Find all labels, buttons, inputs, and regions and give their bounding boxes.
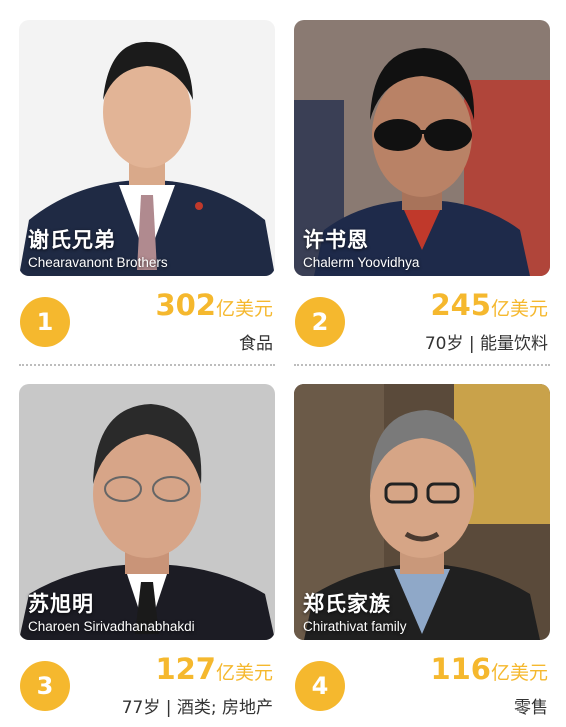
net-worth-number: 127 [155,652,216,686]
billionaire-card-2: 许书恩 Chalerm Yoovidhya 2 245亿美元 70岁 | 能量饮… [294,20,550,367]
rank-badge: 3 [20,661,70,711]
portrait-photo: 郑氏家族 Chirathivat family [294,384,550,640]
name-chinese: 苏旭明 [28,592,94,616]
divider [19,364,275,366]
net-worth: 116亿美元 [430,652,548,686]
portrait-photo: 许书恩 Chalerm Yoovidhya [294,20,550,276]
net-worth-number: 302 [155,288,216,322]
net-worth: 245亿美元 [430,288,548,322]
industry-info: 70岁 | 能量饮料 [424,334,548,354]
net-worth: 302亿美元 [155,288,273,322]
net-worth-unit: 亿美元 [215,662,273,684]
name-english: Chearavanont Brothers [28,255,168,270]
industry-info: 零售 [514,698,548,718]
portrait-photo: 苏旭明 Charoen Sirivadhanabhakdi [19,384,275,640]
name-chinese: 郑氏家族 [303,592,391,616]
name-english: Charoen Sirivadhanabhakdi [28,619,195,634]
name-chinese: 许书恩 [303,228,369,252]
industry-info: 食品 [239,334,273,354]
divider [294,364,550,366]
net-worth-number: 116 [430,652,491,686]
net-worth-number: 245 [430,288,491,322]
rank-badge: 4 [295,661,345,711]
billionaire-card-1: 谢氏兄弟 Chearavanont Brothers 1 302亿美元 食品 [19,20,275,367]
name-english: Chalerm Yoovidhya [303,255,420,270]
industry-info: 77岁 | 酒类; 房地产 [121,698,273,718]
billionaire-card-3: 苏旭明 Charoen Sirivadhanabhakdi 3 127亿美元 7… [19,384,275,727]
net-worth-unit: 亿美元 [490,298,548,320]
rank-badge: 2 [295,297,345,347]
rank-badge: 1 [20,297,70,347]
net-worth: 127亿美元 [155,652,273,686]
portrait-photo: 谢氏兄弟 Chearavanont Brothers [19,20,275,276]
billionaire-card-4: 郑氏家族 Chirathivat family 4 116亿美元 零售 [294,384,550,727]
name-english: Chirathivat family [303,619,407,634]
net-worth-unit: 亿美元 [490,662,548,684]
name-chinese: 谢氏兄弟 [28,228,116,252]
net-worth-unit: 亿美元 [215,298,273,320]
